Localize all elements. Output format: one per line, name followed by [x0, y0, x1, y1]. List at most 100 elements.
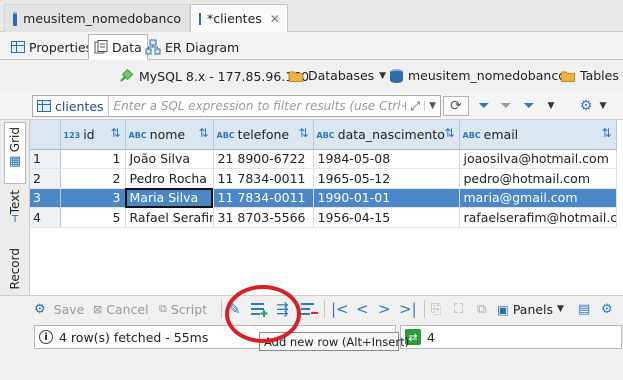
save-button[interactable]: ⚙ Save — [34, 299, 84, 319]
sort-filter-icon[interactable]: ⇅ — [198, 126, 208, 140]
fetch-status-text: 4 row(s) fetched - 55ms — [59, 329, 209, 345]
tables-label: Tables — [580, 68, 619, 83]
cell-data-nascimento[interactable]: 1965-05-12 — [313, 168, 460, 189]
expand-icon[interactable]: ⤢ — [406, 99, 424, 114]
cell-nome[interactable]: Maria Silva — [125, 188, 214, 208]
cell-id[interactable]: 3 — [60, 188, 126, 208]
data-icon — [94, 40, 108, 54]
tab-text[interactable]: Text T — [4, 190, 26, 240]
column-header-email[interactable]: ABC email ⇅ — [459, 120, 617, 150]
tables-selector[interactable]: Tables — [561, 68, 619, 83]
cell-telefone[interactable]: 11 7834-0011 — [213, 188, 314, 208]
header-row: 123 id ⇅ ABC nome ⇅ ABC telefone ⇅ ABC data_nas… — [30, 120, 617, 150]
row-number[interactable]: 1 — [30, 149, 61, 169]
copy-button[interactable]: ⧉ — [477, 299, 486, 319]
refresh-button[interactable]: ⟳ — [443, 96, 469, 116]
table-row[interactable]: 1 1 João Silva 21 8900-6722 1984-05-08 j… — [30, 149, 617, 169]
databases-label: Databases — [308, 68, 375, 83]
auto-refresh-dropdown[interactable]: ▼ — [597, 96, 609, 116]
table-row[interactable]: 2 2 Pedro Rocha 11 7834-0011 1965-05-12 … — [30, 168, 617, 189]
tab-record[interactable]: Record — [4, 248, 26, 294]
cell-email[interactable]: maria@gmail.com — [459, 188, 617, 208]
next-row-button[interactable]: > — [378, 299, 391, 319]
cell-email[interactable]: joaosilva@hotmail.com — [459, 149, 617, 169]
cell-nome[interactable]: João Silva — [125, 149, 214, 169]
info-icon: i — [39, 330, 53, 344]
fullscreen-button[interactable]: ⛶ — [454, 299, 463, 319]
export-button[interactable]: ⎘ — [431, 299, 441, 319]
table-row-selected[interactable]: 3 3 Maria Silva 11 7834-0011 1990-01-01 … — [30, 188, 617, 208]
table-row[interactable]: 4 5 Rafael Serafim 31 8703-5566 1956-04-… — [30, 207, 617, 228]
sort-filter-icon[interactable]: ⇅ — [298, 126, 308, 140]
row-number[interactable]: 2 — [30, 168, 61, 189]
tab-data[interactable]: Data — [88, 34, 148, 60]
last-row-button[interactable]: >| — [399, 299, 417, 319]
column-header-nome[interactable]: ABC nome ⇅ — [125, 120, 214, 150]
cell-nome[interactable]: Rafael Serafim — [125, 207, 214, 228]
results-grid[interactable]: 123 id ⇅ ABC nome ⇅ ABC telefone ⇅ ABC data_nas… — [30, 120, 623, 295]
cancel-button[interactable]: ⊠ Cancel — [93, 299, 149, 319]
row-count-box[interactable]: ⇄ 4 — [400, 325, 622, 349]
gear-icon: ⚙ — [34, 301, 46, 317]
sort-filter-icon[interactable]: ⇅ — [110, 126, 120, 140]
history-dropdown-icon[interactable]: ▼ — [424, 101, 440, 111]
cell-id[interactable]: 1 — [60, 149, 126, 169]
cell-data-nascimento[interactable]: 1956-04-15 — [313, 207, 460, 228]
filter-entity-label: clientes — [55, 98, 104, 114]
apply-filter-button[interactable]: ⏷ — [475, 96, 493, 116]
column-name: nome — [149, 126, 186, 142]
results-toolbar: ⚙ Save ⊠ Cancel ⧉ Script ✎ ⇶ |< < > >| ⎘… — [0, 295, 623, 321]
connection-selector[interactable]: MySQL 8.x - 177.85.96.160 — [118, 68, 309, 84]
editor-tab-clientes[interactable]: *clientes ✕ — [190, 4, 288, 32]
delete-row-button[interactable] — [300, 299, 318, 319]
sort-filter-icon[interactable]: ⇅ — [601, 126, 611, 140]
column-header-id[interactable]: 123 id ⇅ — [60, 120, 126, 150]
tab-grid[interactable]: Grid ▦ — [4, 122, 26, 184]
gear-icon: ⚙ — [601, 301, 613, 317]
tab-properties[interactable]: Properties — [6, 34, 97, 60]
cancel-icon: ⊠ — [93, 302, 103, 316]
panels-icon: ▣ — [497, 301, 509, 317]
clear-filter-button[interactable]: ⏷ — [497, 96, 515, 116]
auto-refresh-button[interactable]: ⚙ — [576, 96, 596, 116]
panels-button[interactable]: ▣ Panels ▼ — [497, 299, 564, 319]
row-number[interactable]: 3 — [30, 188, 61, 208]
cell-telefone[interactable]: 11 7834-0011 — [213, 168, 314, 189]
er-diagram-icon — [145, 39, 161, 55]
connection-bar: MySQL 8.x - 177.85.96.160 Databases ▼ me… — [0, 60, 623, 92]
editor-tab-label: *clientes — [207, 11, 262, 26]
cancel-label: Cancel — [106, 301, 149, 317]
cell-data-nascimento[interactable]: 1984-05-08 — [313, 149, 460, 169]
row-number[interactable]: 4 — [30, 207, 61, 228]
cell-id[interactable]: 2 — [60, 168, 126, 189]
cell-nome[interactable]: Pedro Rocha — [125, 168, 214, 189]
sort-filter-icon[interactable]: ⇅ — [444, 126, 454, 140]
cell-data-nascimento[interactable]: 1990-01-01 — [313, 188, 460, 208]
close-icon[interactable]: ✕ — [270, 12, 280, 26]
cell-telefone[interactable]: 21 8900-6722 — [213, 149, 314, 169]
layout-icon: ▤ — [578, 301, 591, 317]
tab-er-diagram[interactable]: ER Diagram — [140, 34, 244, 60]
database-selector[interactable]: meusitem_nomedobanco — [390, 68, 566, 83]
filter-dropdown-button[interactable]: ▼ — [543, 96, 559, 116]
editor-tab-database[interactable]: meusitem_nomedobanco — [4, 4, 190, 32]
cell-email[interactable]: pedro@hotmail.com — [459, 168, 617, 189]
first-row-button[interactable]: |< — [331, 299, 349, 319]
column-header-data-nascimento[interactable]: ABC data_nascimento ⇅ — [313, 120, 460, 150]
settings-button[interactable]: ⚙ — [601, 299, 613, 319]
databases-selector[interactable]: Databases ▼ — [289, 68, 386, 83]
layout-button[interactable]: ▤ — [578, 299, 590, 319]
filter-settings-button[interactable]: ⏷ — [520, 96, 538, 116]
previous-row-button[interactable]: < — [356, 299, 369, 319]
refresh-icon: ⟳ — [450, 98, 462, 114]
script-button[interactable]: ⧉ Script — [159, 299, 207, 319]
export-icon: ⎘ — [431, 301, 442, 317]
filter-input[interactable]: clientes Enter a SQL expression to filte… — [32, 95, 441, 117]
filter-bar: clientes Enter a SQL expression to filte… — [0, 92, 623, 120]
cell-id[interactable]: 5 — [60, 207, 126, 228]
column-header-telefone[interactable]: ABC telefone ⇅ — [213, 120, 314, 150]
database-icon — [13, 11, 18, 26]
cell-email[interactable]: rafaelserafim@hotmail.com — [459, 207, 617, 228]
folder-icon — [289, 71, 303, 82]
cell-telefone[interactable]: 31 8703-5566 — [213, 207, 314, 228]
